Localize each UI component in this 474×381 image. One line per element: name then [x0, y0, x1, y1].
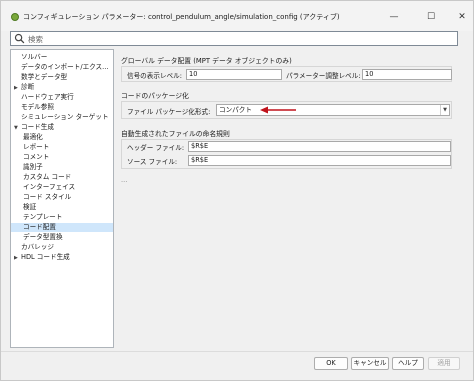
tree-item-label: コメント	[23, 153, 50, 161]
chevron-down-icon: ▼	[440, 105, 449, 115]
source-file-label: ソース ファイル:	[127, 158, 178, 166]
close-button[interactable]: ✕	[453, 9, 471, 25]
tree-item-label: レポート	[23, 143, 50, 151]
code-placement-pane: グローバル データ配置 (MPT データ オブジェクトのみ) 信号の表示レベル:…	[117, 49, 458, 348]
tree-item[interactable]: ▼ コード生成	[14, 123, 54, 132]
tree-item[interactable]: ソルバー	[14, 53, 47, 62]
tree-item[interactable]: テンプレート	[23, 213, 62, 222]
config-parameters-window: コンフィギュレーション パラメーター: control_pendulum_ang…	[0, 0, 474, 381]
search-placeholder: 検索	[28, 35, 43, 44]
header-file-input[interactable]: $R$E	[188, 141, 451, 152]
tree-item-label: モデル参照	[21, 103, 54, 111]
cancel-button[interactable]: キャンセル	[351, 357, 389, 370]
naming-title: 自動生成されたファイルの命名規則	[121, 130, 230, 138]
file-packaging-value: コンパクト	[219, 106, 252, 114]
param-level-input[interactable]: 10	[362, 69, 452, 80]
global-data-group: 信号の表示レベル: 10 パラメーター調整レベル: 10	[121, 66, 452, 82]
tree-item-label: コード配置	[23, 223, 56, 231]
tree-item-label: 検証	[23, 203, 37, 211]
title-bar: コンフィギュレーション パラメーター: control_pendulum_ang…	[1, 1, 473, 31]
naming-group: ヘッダー ファイル: $R$E ソース ファイル: $R$E	[121, 139, 452, 169]
tree-item[interactable]: ▶ 診断	[14, 83, 34, 92]
tree-item-label: ハードウェア実行	[21, 93, 74, 101]
tree-item[interactable]: ハードウェア実行	[14, 93, 74, 102]
signal-level-label: 信号の表示レベル:	[127, 72, 182, 80]
annotation-arrow	[260, 106, 296, 114]
maximize-button[interactable]: ☐	[422, 9, 440, 25]
help-button[interactable]: ヘルプ	[392, 357, 424, 370]
tree-item[interactable]: データ型置換	[23, 233, 63, 242]
category-tree: ソルバー データのインポート/エクス... 数学とデータ型 ▶ 診断 ハードウェア実行 モデ…	[10, 49, 114, 348]
tree-item-label: データのインポート/エクス...	[21, 63, 109, 71]
tree-item[interactable]: インターフェイス	[23, 183, 75, 192]
tree-item[interactable]: 検証	[23, 203, 36, 212]
signal-level-input[interactable]: 10	[186, 69, 282, 80]
file-packaging-label: ファイル パッケージ化形式:	[127, 108, 211, 116]
window-title: コンフィギュレーション パラメーター: control_pendulum_ang…	[23, 13, 340, 21]
tree-item[interactable]: コード配置	[11, 223, 113, 232]
tree-item[interactable]: 最適化	[23, 133, 43, 142]
source-file-input[interactable]: $R$E	[188, 155, 451, 166]
tree-item-label: テンプレート	[23, 213, 63, 221]
tree-item[interactable]: カバレッジ	[14, 243, 54, 252]
tree-item-label: コード生成	[21, 123, 54, 131]
tree-item[interactable]: シミュレーション ターゲット	[14, 113, 109, 122]
more-options-ellipsis[interactable]: ...	[121, 176, 127, 184]
tree-item[interactable]: データのインポート/エクス...	[14, 63, 108, 72]
tree-item-label: コード スタイル	[23, 193, 72, 201]
simulink-app-icon	[11, 13, 19, 21]
collapsed-arrow-icon[interactable]: ▶	[14, 84, 21, 93]
tree-item[interactable]: ▶ HDL コード生成	[14, 253, 70, 262]
packaging-title: コードのパッケージ化	[121, 92, 189, 100]
button-bar-divider	[1, 351, 473, 352]
tree-item-label: カスタム コード	[23, 173, 72, 181]
header-file-label: ヘッダー ファイル:	[127, 144, 185, 152]
tree-item-label: シミュレーション ターゲット	[21, 113, 109, 121]
tree-item-label: 診断	[21, 83, 35, 91]
tree-item-label: データ型置換	[23, 233, 63, 241]
tree-item[interactable]: コメント	[23, 153, 49, 162]
search-input[interactable]: 検索	[10, 31, 458, 46]
apply-button[interactable]: 適用	[428, 357, 460, 370]
minimize-button[interactable]: —	[385, 9, 403, 25]
tree-item[interactable]: モデル参照	[14, 103, 54, 112]
global-data-title: グローバル データ配置 (MPT データ オブジェクトのみ)	[121, 57, 292, 65]
tree-item-label: 識別子	[23, 163, 43, 171]
file-packaging-dropdown[interactable]: コンパクト ▼	[216, 104, 450, 116]
tree-item[interactable]: 数学とデータ型	[14, 73, 67, 82]
collapsed-arrow-icon[interactable]: ▶	[14, 254, 21, 263]
tree-item[interactable]: 識別子	[23, 163, 43, 172]
packaging-group: ファイル パッケージ化形式: コンパクト ▼	[121, 101, 452, 119]
tree-item-label: インターフェイス	[23, 183, 76, 191]
ok-button[interactable]: OK	[314, 357, 348, 370]
tree-item-label: カバレッジ	[21, 243, 54, 251]
tree-item-label: 数学とデータ型	[21, 73, 68, 81]
tree-item-label: 最適化	[23, 133, 43, 141]
tree-item-label: ソルバー	[21, 53, 48, 61]
tree-item[interactable]: コード スタイル	[23, 193, 71, 202]
tree-item[interactable]: カスタム コード	[23, 173, 71, 182]
tree-item[interactable]: レポート	[23, 143, 49, 152]
param-level-label: パラメーター調整レベル:	[286, 72, 361, 80]
expanded-arrow-icon[interactable]: ▼	[14, 124, 21, 133]
search-icon	[14, 33, 25, 44]
tree-item-label: HDL コード生成	[21, 253, 70, 261]
